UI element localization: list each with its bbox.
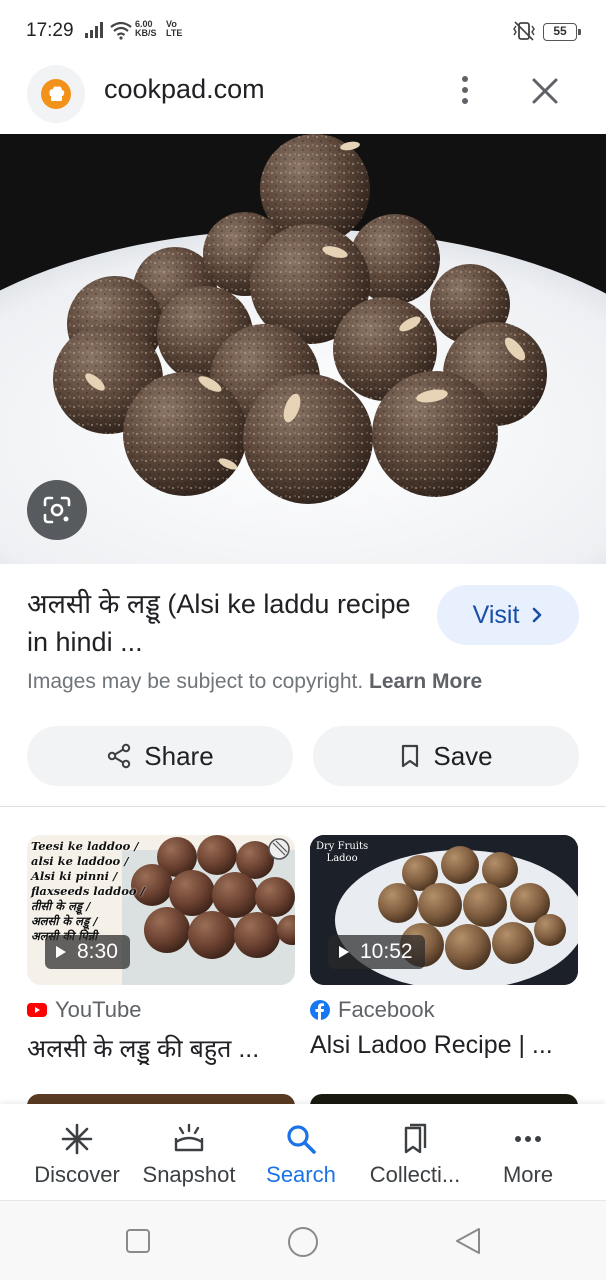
video-duration-badge: 10:52 [328,935,425,969]
lens-icon [43,496,71,524]
result-source: YouTube [27,997,295,1023]
save-button[interactable]: Save [313,726,579,786]
system-navigation-bar [0,1200,606,1280]
duration-text: 8:30 [77,940,118,963]
nav-label: Collecti... [369,1162,461,1187]
nav-more[interactable]: More [468,1122,588,1188]
facebook-icon [310,1000,330,1020]
network-type: Vo LTE [166,19,183,38]
more-dots-icon [515,1136,541,1142]
lens-search-button[interactable] [27,480,87,540]
status-time: 17:29 [26,20,74,41]
related-card[interactable]: Teesi ke laddoo / alsi ke laddoo / Alsi … [27,835,295,1065]
source-name: YouTube [55,997,142,1022]
related-title[interactable]: अलसी के लड्डू की बहुत ... [27,1031,295,1065]
learn-more-link[interactable]: Learn More [369,670,482,693]
result-source: Facebook [310,997,578,1023]
status-bar: 17:29 6.00 KB/S Vo LTE 55 [0,0,606,62]
share-button[interactable]: Share [27,726,293,786]
thumbnail-caption: Dry Fruits Ladoo [316,841,369,864]
more-options-icon[interactable] [452,72,478,108]
share-icon [108,743,131,769]
result-title[interactable]: अलसी के लड्डू (Alsi ke laddu recipe in h… [27,585,427,661]
home-icon[interactable] [286,1225,320,1259]
collections-icon [404,1123,427,1154]
nav-label: Discover [34,1162,120,1187]
asterisk-icon [61,1123,93,1155]
duration-text: 10:52 [360,940,413,963]
video-thumbnail[interactable]: Dry Fruits Ladoo 10:52 [310,835,578,985]
bottom-navigation: Discover Snapshot Search Collecti... Mor… [0,1104,606,1200]
laddu-plate-photo [0,134,606,564]
site-name[interactable]: cookpad.com [104,74,265,105]
battery-indicator: 55 [543,23,581,41]
related-title[interactable]: Alsi Ladoo Recipe | ... [310,1031,578,1060]
nav-label: Snapshot [142,1162,236,1187]
share-label: Share [144,740,214,771]
site-logo[interactable] [27,65,85,123]
network-speed: 6.00 KB/S [135,19,157,38]
visit-label: Visit [472,600,520,629]
nav-label: More [502,1162,554,1187]
site-header: cookpad.com [0,62,606,134]
preview-image[interactable] [0,134,606,564]
chevron-right-icon [533,607,542,623]
wifi-icon [110,21,132,40]
back-icon[interactable] [453,1226,483,1256]
youtube-icon [27,1003,47,1017]
source-name: Facebook [338,997,435,1022]
visit-button[interactable]: Visit [437,585,579,645]
section-divider [0,806,606,807]
nav-discover[interactable]: Discover [17,1122,137,1188]
thumbnail-caption: Teesi ke laddoo / alsi ke laddoo / Alsi … [31,839,145,943]
related-card[interactable]: Dry Fruits Ladoo 10:52 Facebook Alsi Lad… [310,835,578,1060]
snapshot-icon [174,1123,204,1152]
vibrate-icon [513,21,535,41]
recents-icon[interactable] [125,1228,151,1254]
close-icon[interactable] [528,74,562,108]
save-label: Save [433,740,493,771]
cookpad-logo-icon [41,79,71,109]
play-icon [56,946,66,958]
nav-collections[interactable]: Collecti... [355,1122,475,1188]
search-icon [287,1125,316,1154]
video-thumbnail[interactable]: Teesi ke laddoo / alsi ke laddoo / Alsi … [27,835,295,985]
copyright-text: Images may be subject to copyright. [27,670,364,693]
play-icon [339,946,349,958]
copyright-notice: Images may be subject to copyright. Lear… [27,670,482,694]
signal-icon [85,22,103,38]
video-duration-badge: 8:30 [45,935,130,969]
bookmark-icon [402,744,419,768]
nav-search[interactable]: Search [241,1122,361,1188]
nav-snapshot[interactable]: Snapshot [129,1122,249,1188]
nav-label: Search [266,1162,336,1187]
